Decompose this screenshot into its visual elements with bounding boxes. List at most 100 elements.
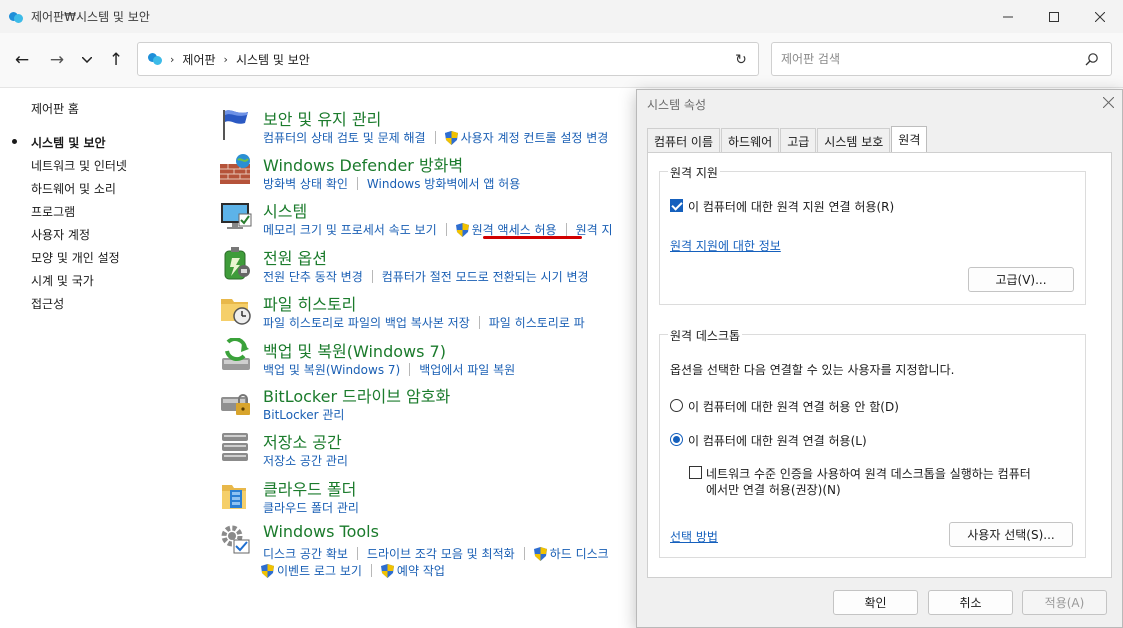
uac-shield-icon xyxy=(261,563,274,578)
category-title[interactable]: 시스템 xyxy=(263,198,307,222)
close-icon xyxy=(1102,96,1115,109)
cloud-folder-icon xyxy=(222,485,246,509)
tab-system-protection[interactable]: 시스템 보호 xyxy=(817,128,891,152)
category-title[interactable]: Windows Tools xyxy=(263,522,379,541)
navigation-bar: ← → ↑ › 제어판 › 시스템 및 보안 ↻ xyxy=(0,33,1123,88)
link-manage-cloud-folders[interactable]: 클라우드 폴더 관리 xyxy=(263,499,359,516)
close-icon xyxy=(1095,11,1105,22)
back-button[interactable]: ← xyxy=(8,47,36,73)
nav-item-appearance[interactable]: 모양 및 개인 설정 xyxy=(31,249,120,266)
nav-item-control-panel-home[interactable]: 제어판 홈 xyxy=(31,100,79,117)
link-scheduled-tasks[interactable]: 예약 작업 xyxy=(397,562,445,579)
backup-icon xyxy=(222,338,250,370)
maximize-icon xyxy=(1049,11,1059,22)
uac-shield-icon xyxy=(380,563,394,578)
minimize-button[interactable] xyxy=(985,0,1031,33)
dialog-tabs: 컴퓨터 이름 하드웨어 고급 시스템 보호 원격 xyxy=(647,126,928,152)
help-me-choose-link[interactable]: 선택 방법 xyxy=(670,528,718,545)
cancel-button[interactable]: 취소 xyxy=(928,590,1013,615)
link-event-log[interactable]: 이벤트 로그 보기 xyxy=(277,562,362,579)
category-title[interactable]: 클라우드 폴더 xyxy=(263,476,356,500)
select-users-button[interactable]: 사용자 선택(S)... xyxy=(949,522,1073,547)
link-memory-processor[interactable]: 메모리 크기 및 프로세서 속도 보기 xyxy=(263,221,437,238)
nla-checkbox[interactable] xyxy=(689,466,702,479)
link-separator xyxy=(434,131,436,144)
nla-label-line1[interactable]: 네트워크 수준 인증을 사용하여 원격 데스크톱을 실행하는 컴퓨터 xyxy=(706,465,1031,482)
deny-remote-connections-radio[interactable] xyxy=(670,399,683,412)
nav-item-system-security[interactable]: 시스템 및 보안 xyxy=(31,134,106,151)
chevron-right-icon: › xyxy=(170,52,175,66)
breadcrumb-system-security[interactable]: 시스템 및 보안 xyxy=(236,51,310,68)
link-manage-bitlocker[interactable]: BitLocker 관리 xyxy=(263,406,344,423)
category-title[interactable]: BitLocker 드라이브 암호화 xyxy=(263,383,450,407)
link-allow-app[interactable]: Windows 방화벽에서 앱 허용 xyxy=(367,175,520,192)
allow-remote-connections-label[interactable]: 이 컴퓨터에 대한 원격 연결 허용(L) xyxy=(688,432,867,449)
link-restore-with-history[interactable]: 파일 히스토리로 파 xyxy=(489,314,585,331)
deny-remote-connections-label[interactable]: 이 컴퓨터에 대한 원격 연결 허용 안 함(D) xyxy=(688,398,899,415)
uac-shield-icon xyxy=(455,222,469,237)
tab-remote[interactable]: 원격 xyxy=(891,126,928,152)
search-box[interactable] xyxy=(771,42,1112,76)
remote-desktop-instruction: 옵션을 선택한 다음 연결할 수 있는 사용자를 지정합니다. xyxy=(670,363,955,377)
link-separator xyxy=(409,363,411,376)
link-save-backup-copies[interactable]: 파일 히스토리로 파일의 백업 복사본 저장 xyxy=(263,314,470,331)
tab-advanced[interactable]: 고급 xyxy=(780,128,817,152)
uac-shield-icon xyxy=(444,130,458,145)
ok-button[interactable]: 확인 xyxy=(833,590,918,615)
up-button[interactable]: ↑ xyxy=(102,47,130,73)
search-input[interactable] xyxy=(772,43,1072,75)
link-review-status[interactable]: 컴퓨터의 상태 검토 및 문제 해결 xyxy=(263,129,426,146)
link-power-button-action[interactable]: 전원 단추 동작 변경 xyxy=(263,268,363,285)
category-title[interactable]: 전원 옵션 xyxy=(263,245,327,269)
allow-remote-connections-radio[interactable] xyxy=(670,433,683,446)
firewall-icon xyxy=(220,154,250,184)
search-icon[interactable] xyxy=(1085,52,1099,66)
nav-item-network-internet[interactable]: 네트워크 및 인터넷 xyxy=(31,157,127,174)
nla-label-line2[interactable]: 에서만 연결 허용(권장)(N) xyxy=(706,481,841,498)
address-bar[interactable]: › 제어판 › 시스템 및 보안 ↻ xyxy=(137,42,759,76)
close-button[interactable] xyxy=(1077,0,1123,33)
link-separator xyxy=(523,547,525,560)
link-uac-settings[interactable]: 사용자 계정 컨트롤 설정 변경 xyxy=(461,129,609,146)
link-defragment[interactable]: 드라이브 조각 모음 및 최적화 xyxy=(367,545,515,562)
apply-button[interactable]: 적용(A) xyxy=(1022,590,1107,615)
category-title[interactable]: Windows Defender 방화벽 xyxy=(263,152,463,176)
remote-assistance-info-link[interactable]: 원격 지원에 대한 정보 xyxy=(670,237,781,254)
tab-hardware[interactable]: 하드웨어 xyxy=(721,128,780,152)
recent-locations-button[interactable] xyxy=(73,47,101,73)
link-firewall-status[interactable]: 방화벽 상태 확인 xyxy=(263,175,348,192)
nav-item-clock-region[interactable]: 시계 및 국가 xyxy=(31,272,94,289)
nav-item-programs[interactable]: 프로그램 xyxy=(31,203,75,220)
category-title[interactable]: 저장소 공간 xyxy=(263,429,342,453)
link-format-disk[interactable]: 하드 디스크 xyxy=(550,545,609,562)
link-manage-storage-spaces[interactable]: 저장소 공간 관리 xyxy=(263,452,348,469)
dialog-close-button[interactable] xyxy=(1102,94,1115,112)
link-separator xyxy=(445,223,447,236)
flag-icon xyxy=(223,110,248,140)
category-title[interactable]: 파일 히스토리 xyxy=(263,291,356,315)
maximize-button[interactable] xyxy=(1031,0,1077,33)
nav-item-user-accounts[interactable]: 사용자 계정 xyxy=(31,226,90,243)
tab-computer-name[interactable]: 컴퓨터 이름 xyxy=(647,128,721,152)
link-restore-from-backup[interactable]: 백업에서 파일 복원 xyxy=(419,361,515,378)
link-sleep-timing[interactable]: 컴퓨터가 절전 모드로 전환되는 시기 변경 xyxy=(382,268,589,285)
uac-shield-icon xyxy=(533,546,547,561)
nav-item-hardware-sound[interactable]: 하드웨어 및 소리 xyxy=(31,180,116,197)
remote-assistance-group: 원격 지원 이 컴퓨터에 대한 원격 지원 연결 허용(R) 원격 지원에 대한… xyxy=(659,164,1086,305)
allow-remote-assistance-checkbox[interactable] xyxy=(670,199,683,212)
arrow-right-icon: → xyxy=(49,50,65,70)
advanced-button[interactable]: 고급(V)... xyxy=(968,267,1074,292)
allow-remote-assistance-label[interactable]: 이 컴퓨터에 대한 원격 지원 연결 허용(R) xyxy=(688,198,894,215)
storage-icon xyxy=(222,433,248,461)
remote-assistance-group-title: 원격 지원 xyxy=(668,164,720,181)
nav-item-accessibility[interactable]: 접근성 xyxy=(31,295,64,312)
forward-button[interactable]: → xyxy=(43,47,71,73)
category-title[interactable]: 보안 및 유지 관리 xyxy=(263,106,381,130)
refresh-button[interactable]: ↻ xyxy=(730,49,752,71)
link-free-disk-space[interactable]: 디스크 공간 확보 xyxy=(263,545,348,562)
link-backup-restore-win7[interactable]: 백업 및 복원(Windows 7) xyxy=(263,361,400,378)
current-item-bullet xyxy=(12,139,17,144)
breadcrumb-control-panel[interactable]: 제어판 xyxy=(182,51,215,68)
category-title[interactable]: 백업 및 복원(Windows 7) xyxy=(263,338,446,362)
folder-clock-icon xyxy=(221,299,251,325)
